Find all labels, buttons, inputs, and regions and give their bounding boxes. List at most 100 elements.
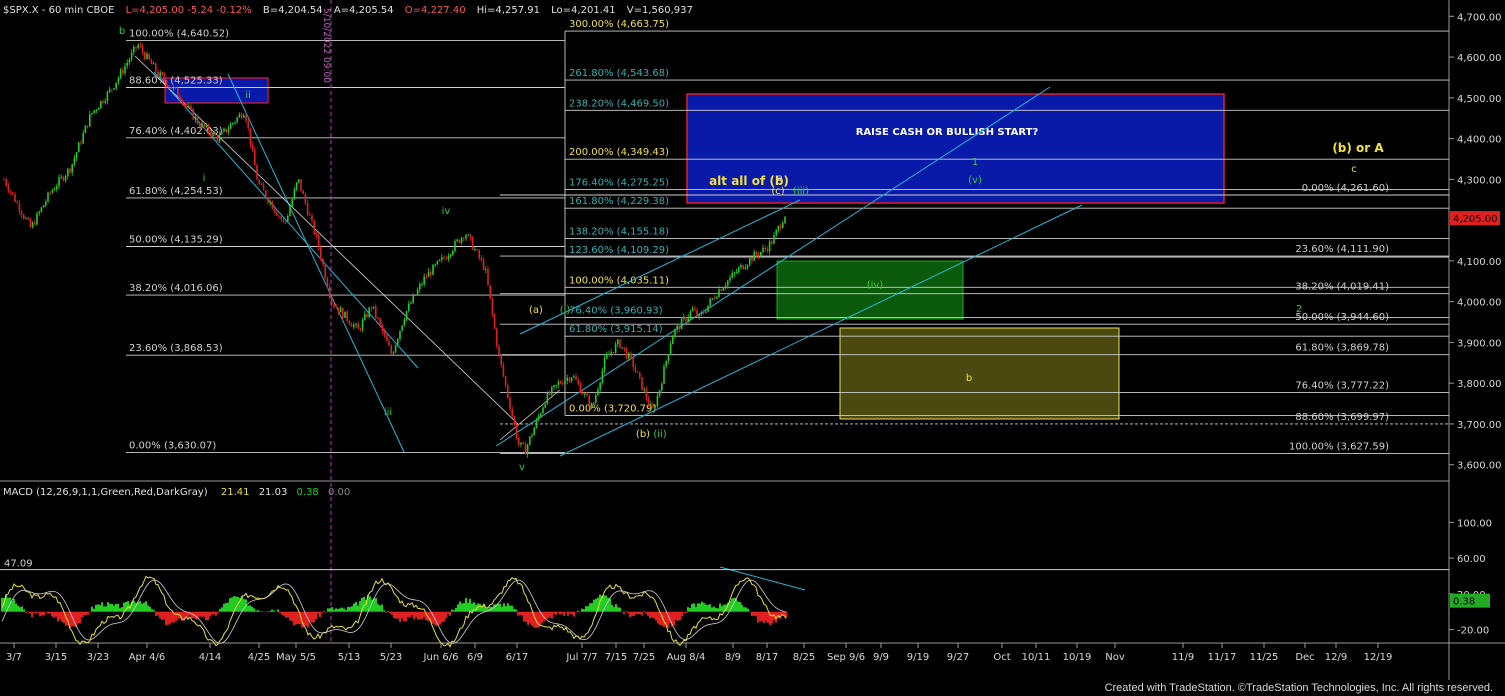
candle-body xyxy=(399,330,401,339)
candle-body xyxy=(458,239,461,243)
x-tick-label: 7/25 xyxy=(633,652,655,663)
macd-histogram-bar xyxy=(111,603,113,612)
candle-body xyxy=(757,254,760,256)
candle-body xyxy=(740,265,742,268)
macd-histogram-bar xyxy=(147,605,149,612)
candle-body xyxy=(80,142,82,144)
macd-histogram-bar xyxy=(467,602,469,612)
macd-histogram-bar xyxy=(765,611,767,621)
candle-body xyxy=(293,189,296,200)
macd-histogram-bar xyxy=(531,611,533,626)
candle-body xyxy=(119,69,122,78)
macd-histogram-bar xyxy=(539,611,541,626)
candle-body xyxy=(135,46,137,49)
candle-body xyxy=(749,257,751,265)
candle-body xyxy=(205,125,208,127)
candle-body xyxy=(309,214,311,216)
candle-body xyxy=(234,122,236,124)
macd-histogram-bar xyxy=(479,603,481,612)
candle-body xyxy=(317,235,320,248)
bid-price: B=4,204.54 xyxy=(263,5,323,16)
macd-histogram-bar xyxy=(693,603,695,612)
macd-histogram-bar xyxy=(509,605,511,612)
candle-body xyxy=(522,442,524,444)
macd-histogram-bar xyxy=(31,611,33,618)
macd-histogram-bar xyxy=(283,611,285,616)
candle-body xyxy=(467,234,469,236)
candle-body xyxy=(410,302,412,304)
candle-body xyxy=(359,328,362,330)
candle-body xyxy=(575,376,577,381)
candle-body xyxy=(372,306,375,309)
fib-right-label: 88.60% (3,699.97) xyxy=(1295,412,1389,423)
macd-histogram-bar xyxy=(749,611,751,613)
macd-histogram-bar xyxy=(315,611,317,620)
fib-mid-label: 123.60% (4,109.29) xyxy=(569,245,669,256)
macd-histogram-bar xyxy=(91,606,93,612)
x-tick-label: 7/15 xyxy=(605,652,627,663)
candle-body xyxy=(322,258,324,265)
candle-body xyxy=(47,192,49,202)
macd-histogram-bar xyxy=(611,604,613,612)
fib-right-label: 50.00% (3,944.60) xyxy=(1295,312,1389,323)
macd-histogram-bar xyxy=(529,611,531,624)
candle-body xyxy=(713,298,716,300)
candle-body xyxy=(518,438,520,445)
macd-histogram-bar xyxy=(17,605,19,612)
candle-body xyxy=(163,75,166,82)
candle-body xyxy=(540,413,542,417)
macd-histogram-bar xyxy=(275,611,277,613)
candle-body xyxy=(227,128,230,133)
candle-body xyxy=(636,371,639,373)
x-tick-label: Jul 7/7 xyxy=(565,652,597,663)
candle-body xyxy=(245,115,247,122)
candle-body xyxy=(214,132,216,136)
macd-hist-label: 0.38 xyxy=(1453,597,1475,608)
macd-histogram-bar xyxy=(161,611,163,620)
candle-body xyxy=(302,190,304,194)
macd-histogram-bar xyxy=(449,611,451,616)
candle-body xyxy=(7,185,10,192)
macd-histogram-bar xyxy=(397,611,399,619)
wave-b-box xyxy=(839,327,1120,420)
macd-histogram-bar xyxy=(267,611,269,613)
macd-histogram-bar xyxy=(333,609,335,612)
macd-histogram-bar xyxy=(551,611,553,619)
candle-body xyxy=(559,381,562,384)
y-tick-label: 3,800.00 xyxy=(1457,379,1502,390)
macd-histogram-bar xyxy=(453,610,455,612)
macd-histogram-bar xyxy=(269,610,271,612)
candle-body xyxy=(744,267,747,270)
macd-histogram-bar xyxy=(219,608,221,612)
macd-histogram-bar xyxy=(641,611,643,616)
candle-body xyxy=(320,247,322,259)
macd-histogram-bar xyxy=(363,596,365,612)
candle-body xyxy=(267,197,269,203)
wave-label: i xyxy=(203,173,206,184)
macd-histogram-bar xyxy=(265,611,267,613)
candle-body xyxy=(456,239,458,242)
macd-histogram-bar xyxy=(273,610,275,612)
candle-body xyxy=(262,184,265,191)
macd-histogram-bar xyxy=(461,603,463,612)
macd-histogram-bar xyxy=(117,603,119,612)
candle-body xyxy=(247,121,249,129)
macd-histogram-bar xyxy=(421,611,423,620)
candle-body xyxy=(700,312,703,315)
macd-histogram-bar xyxy=(379,605,381,612)
macd-histogram-bar xyxy=(83,611,85,616)
candle-body xyxy=(210,132,212,137)
candle-body xyxy=(126,62,128,67)
candle-body xyxy=(27,218,29,220)
macd-histogram-bar xyxy=(349,607,351,612)
candle-body xyxy=(265,190,267,198)
macd-histogram-bar xyxy=(317,611,319,614)
candle-body xyxy=(531,435,533,437)
candle-body xyxy=(584,393,586,395)
candle-body xyxy=(89,114,91,127)
candle-body xyxy=(177,87,179,97)
macd-histogram-bar xyxy=(519,611,521,615)
candle-body xyxy=(392,352,395,354)
candle-body xyxy=(608,354,610,356)
candle-body xyxy=(685,317,687,321)
